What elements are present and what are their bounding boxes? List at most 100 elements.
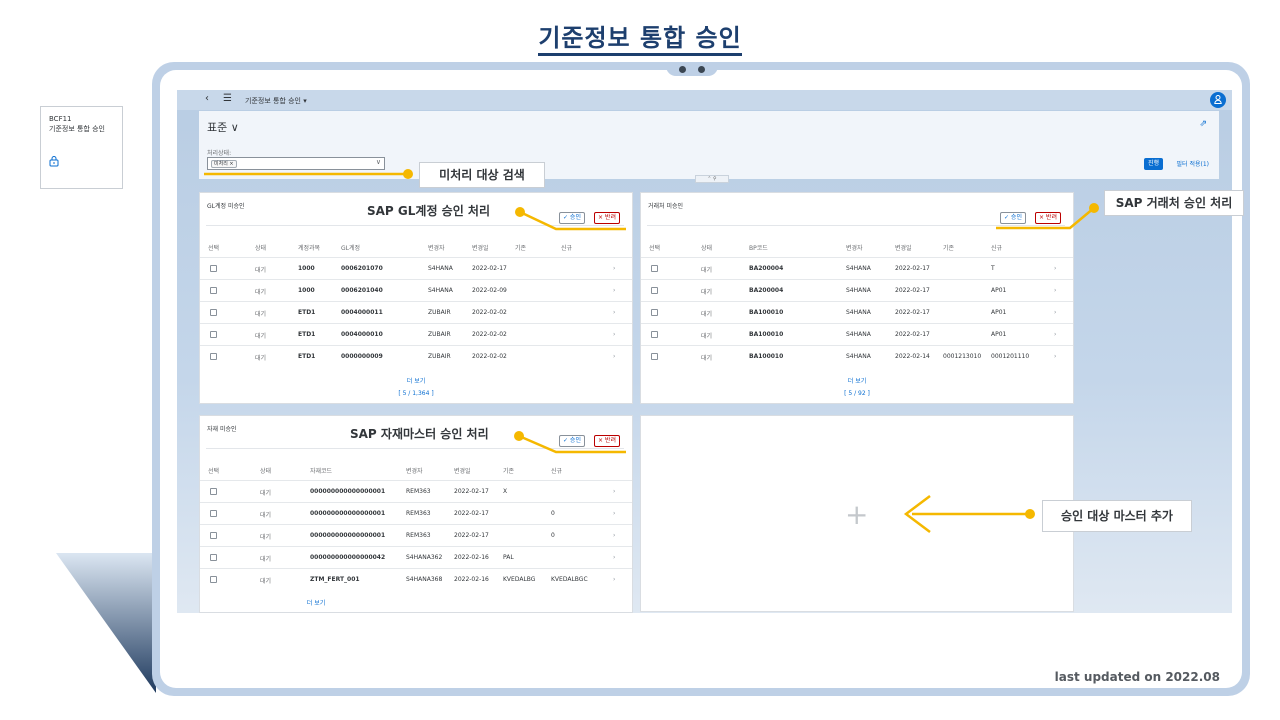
date-cell: 2022-02-17 xyxy=(895,265,930,272)
row-checkbox[interactable] xyxy=(651,265,658,272)
chevron-right-icon[interactable]: › xyxy=(1054,353,1056,360)
chevron-right-icon[interactable]: › xyxy=(613,309,615,316)
plus-icon[interactable]: + xyxy=(845,498,868,531)
add-card-tile[interactable]: + xyxy=(640,415,1074,612)
table-row[interactable]: 대기 ZTM_FERT_001 S4HANA368 2022-02-16 KVE… xyxy=(200,568,632,590)
chevron-right-icon[interactable]: › xyxy=(613,576,615,583)
row-checkbox[interactable] xyxy=(210,331,217,338)
status-filter-input[interactable]: 미처리 × ∨ xyxy=(207,157,385,170)
row-checkbox[interactable] xyxy=(651,309,658,316)
material-cell: ZTM_FERT_001 xyxy=(310,576,360,583)
back-icon[interactable]: ‹ xyxy=(205,93,209,104)
chevron-right-icon[interactable]: › xyxy=(1054,331,1056,338)
col-header: 변경일 xyxy=(895,245,912,252)
filter-token[interactable]: 미처리 × xyxy=(211,160,237,168)
chevron-right-icon[interactable]: › xyxy=(1054,265,1056,272)
gl-cell: 0004000011 xyxy=(341,309,383,316)
row-checkbox[interactable] xyxy=(210,510,217,517)
user-cell: S4HANA368 xyxy=(406,576,443,583)
camera-notch xyxy=(666,62,718,76)
reject-button[interactable]: × 반려 xyxy=(594,435,620,447)
bp-cell: BA100010 xyxy=(749,309,784,316)
go-button[interactable]: 진행 xyxy=(1143,158,1163,170)
table-row[interactable]: 대기 BA100010 S4HANA 2022-02-17 AP01 › xyxy=(641,323,1073,345)
chevron-down-icon[interactable]: ∨ xyxy=(376,158,381,166)
table-row[interactable]: 대기 000000000000000001 REM363 2022-02-17 … xyxy=(200,502,632,524)
material-cell: 000000000000000001 xyxy=(310,488,386,495)
chevron-right-icon[interactable]: › xyxy=(613,265,615,272)
share-icon[interactable]: ⇗ xyxy=(1199,119,1207,129)
more-link[interactable]: 더 보기 xyxy=(641,376,1073,385)
reject-button[interactable]: × 반려 xyxy=(594,212,620,224)
chevron-right-icon[interactable]: › xyxy=(613,510,615,517)
table-row[interactable]: 대기 ETD1 0000000009 ZUBAIR 2022-02-02 › xyxy=(200,345,632,367)
row-count: [ 5 / 92 ] xyxy=(844,390,870,397)
gl-cell: 0006201040 xyxy=(341,287,383,294)
last-updated-label: last updated on 2022.08 xyxy=(1054,670,1220,684)
table-row[interactable]: 대기 ETD1 0004000011 ZUBAIR 2022-02-02 › xyxy=(200,301,632,323)
date-cell: 2022-02-16 xyxy=(454,576,489,583)
acct-cell: ETD1 xyxy=(298,331,316,338)
chevron-right-icon[interactable]: › xyxy=(613,488,615,495)
vendor-card-title: 거래처 미승인 xyxy=(648,203,684,210)
variant-selector[interactable]: 표준 ∨ xyxy=(207,119,239,135)
user-icon[interactable] xyxy=(1210,92,1226,108)
table-row[interactable]: 대기 000000000000000001 REM363 2022-02-17 … xyxy=(200,524,632,546)
row-checkbox[interactable] xyxy=(210,532,217,539)
row-checkbox[interactable] xyxy=(651,331,658,338)
table-row[interactable]: 대기 000000000000000042 S4HANA362 2022-02-… xyxy=(200,546,632,568)
status-cell: 대기 xyxy=(255,311,267,318)
chevron-right-icon[interactable]: › xyxy=(1054,287,1056,294)
callout-vendor: SAP 거래처 승인 처리 xyxy=(1104,190,1244,216)
camera-dot xyxy=(698,66,705,73)
row-checkbox[interactable] xyxy=(210,576,217,583)
approve-button[interactable]: ✓ 승인 xyxy=(1000,212,1026,224)
row-checkbox[interactable] xyxy=(651,353,658,360)
more-link[interactable]: 더 보기 xyxy=(177,598,632,607)
table-row[interactable]: 대기 ETD1 0004000010 ZUBAIR 2022-02-02 › xyxy=(200,323,632,345)
row-checkbox[interactable] xyxy=(210,265,217,272)
col-header: 계정과목 xyxy=(298,245,321,252)
col-header: 상태 xyxy=(701,245,713,252)
status-cell: 대기 xyxy=(701,267,713,274)
bp-cell: BA100010 xyxy=(749,331,784,338)
table-row[interactable]: 대기 BA200004 S4HANA 2022-02-17 T › xyxy=(641,257,1073,279)
chevron-right-icon[interactable]: › xyxy=(1054,309,1056,316)
row-checkbox[interactable] xyxy=(210,353,217,360)
menu-icon[interactable]: ☰ xyxy=(223,93,232,104)
acct-cell: ETD1 xyxy=(298,353,316,360)
collapse-header-button[interactable]: ⌃ ⚲ xyxy=(695,175,729,183)
status-cell: 대기 xyxy=(260,490,272,497)
approve-button[interactable]: ✓ 승인 xyxy=(559,212,585,224)
table-row[interactable]: 대기 BA100010 S4HANA 2022-02-14 0001213010… xyxy=(641,345,1073,367)
row-checkbox[interactable] xyxy=(210,488,217,495)
table-row[interactable]: 대기 BA100010 S4HANA 2022-02-17 AP01 › xyxy=(641,301,1073,323)
new-cell: 0001201110 xyxy=(991,353,1030,360)
chevron-right-icon[interactable]: › xyxy=(613,532,615,539)
status-cell: 대기 xyxy=(701,289,713,296)
app-title-menu[interactable]: 기준정보 통합 승인 ▾ xyxy=(245,96,307,106)
more-link[interactable]: 더 보기 xyxy=(200,376,632,385)
table-row[interactable]: 대기 1000 0006201070 S4HANA 2022-02-17 › xyxy=(200,257,632,279)
row-checkbox[interactable] xyxy=(210,554,217,561)
camera-dot xyxy=(679,66,686,73)
chevron-right-icon[interactable]: › xyxy=(613,554,615,561)
user-cell: ZUBAIR xyxy=(428,309,451,316)
filters-button[interactable]: 필터 적용(1) xyxy=(1177,159,1210,168)
chevron-right-icon[interactable]: › xyxy=(613,287,615,294)
table-row[interactable]: 대기 BA200004 S4HANA 2022-02-17 AP01 › xyxy=(641,279,1073,301)
bp-cell: BA200004 xyxy=(749,265,784,272)
row-checkbox[interactable] xyxy=(210,309,217,316)
row-checkbox[interactable] xyxy=(651,287,658,294)
chevron-right-icon[interactable]: › xyxy=(613,353,615,360)
table-row[interactable]: 대기 000000000000000001 REM363 2022-02-17 … xyxy=(200,480,632,502)
app-tile[interactable]: BCF11 기준정보 통합 승인 xyxy=(40,106,123,189)
table-row[interactable]: 대기 1000 0006201040 S4HANA 2022-02-09 › xyxy=(200,279,632,301)
old-cell: PAL xyxy=(503,554,514,561)
chevron-right-icon[interactable]: › xyxy=(613,331,615,338)
col-header: BP코드 xyxy=(749,245,768,252)
divider xyxy=(206,448,624,449)
approve-button[interactable]: ✓ 승인 xyxy=(559,435,585,447)
reject-button[interactable]: × 반려 xyxy=(1035,212,1061,224)
row-checkbox[interactable] xyxy=(210,287,217,294)
